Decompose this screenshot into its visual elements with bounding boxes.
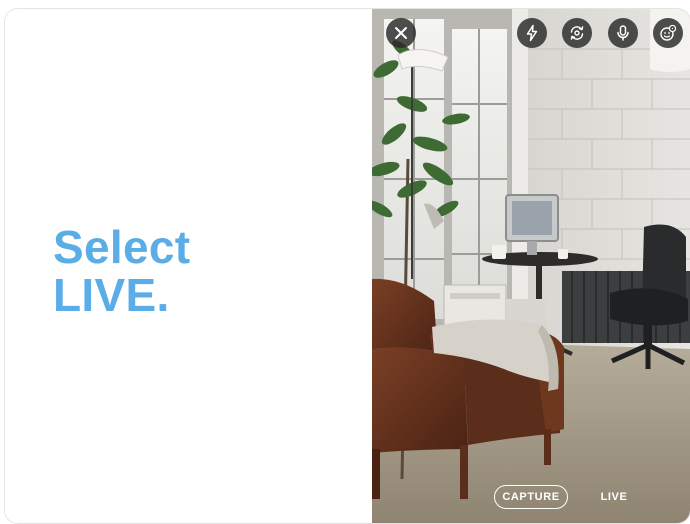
flash-button[interactable]	[517, 18, 547, 48]
headline-line-2: LIVE.	[53, 269, 170, 321]
face-effects-button[interactable]	[653, 18, 683, 48]
close-button[interactable]	[386, 18, 416, 48]
flip-camera-button[interactable]	[562, 18, 592, 48]
capture-mode-button[interactable]: CAPTURE	[494, 485, 568, 509]
instruction-headline: Select LIVE.	[53, 223, 190, 319]
face-effects-icon	[660, 24, 677, 41]
flip-camera-icon	[570, 26, 584, 40]
headline-line-1: Select	[53, 221, 191, 273]
tutorial-frame: Select LIVE. CAPTURE LIVE	[4, 8, 690, 524]
microphone-icon	[617, 25, 629, 41]
live-mode-button[interactable]: LIVE	[594, 485, 634, 509]
flash-icon	[526, 24, 538, 42]
microphone-button[interactable]	[608, 18, 638, 48]
instruction-panel: Select LIVE.	[5, 9, 372, 523]
camera-viewfinder[interactable]: CAPTURE LIVE	[372, 9, 690, 523]
close-icon	[395, 27, 407, 39]
camera-preview-image	[372, 9, 690, 523]
